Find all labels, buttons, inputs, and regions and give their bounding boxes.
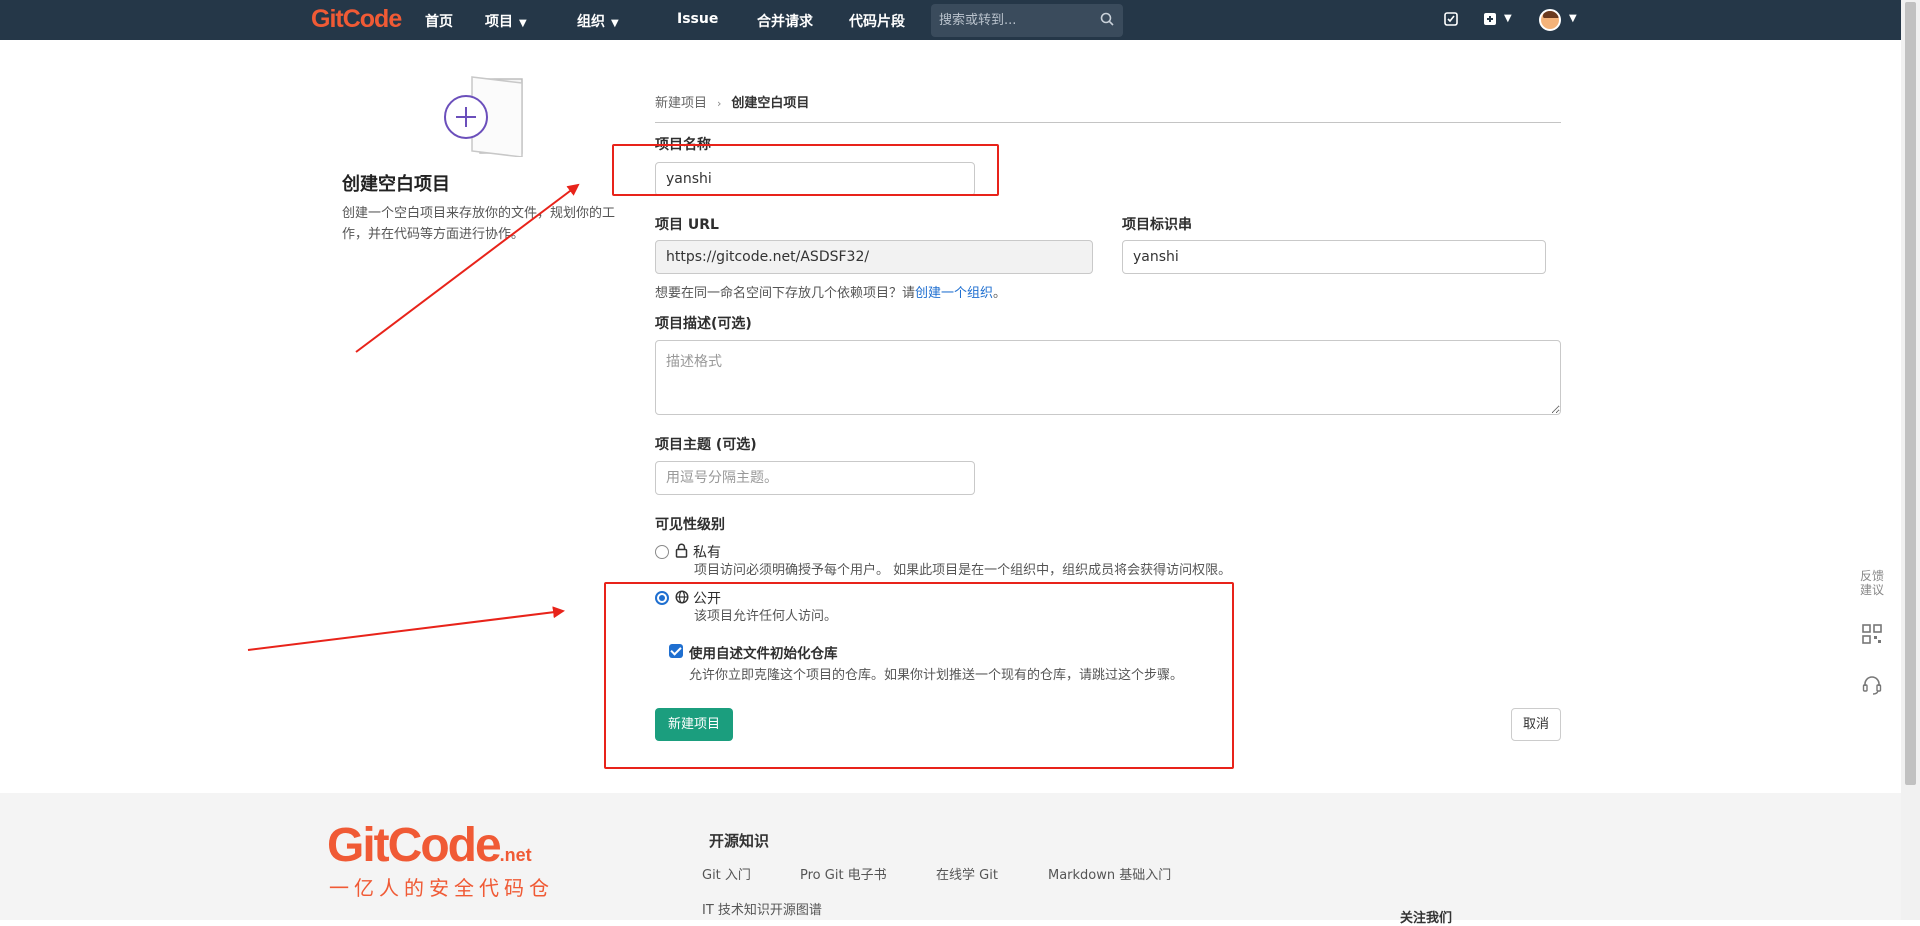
footer-slogan: 一亿人的安全代码仓 — [329, 876, 554, 900]
page-scrollbar[interactable] — [1901, 0, 1920, 920]
footer-logo: GitCode.net — [327, 818, 532, 873]
footer-section-title: 开源知识 — [709, 832, 770, 850]
footer-link-learn-git[interactable]: 在线学 Git — [936, 864, 998, 883]
footer-link-git-intro[interactable]: Git 入门 — [702, 864, 751, 883]
feedback-button[interactable]: 反馈 建议 — [1852, 569, 1892, 597]
footer-logo-suffix: .net — [499, 845, 532, 865]
footer-link-markdown[interactable]: Markdown 基础入门 — [1048, 864, 1171, 883]
scrollbar-thumb[interactable] — [1905, 2, 1916, 785]
footer-link-it-map[interactable]: IT 技术知识开源图谱 — [702, 899, 822, 918]
footer-follow-us: 关注我们 — [1400, 911, 1453, 926]
annotation-arrows — [247, 183, 580, 651]
customer-service-icon[interactable] — [1861, 674, 1883, 696]
footer — [0, 793, 1901, 920]
qrcode-icon[interactable] — [1861, 623, 1883, 645]
footer-link-pro-git[interactable]: Pro Git 电子书 — [800, 864, 887, 883]
annotation-arrow-name — [355, 183, 580, 353]
annotation-arrow-visibility — [247, 606, 565, 651]
footer-logo-text: GitCode — [327, 819, 502, 872]
